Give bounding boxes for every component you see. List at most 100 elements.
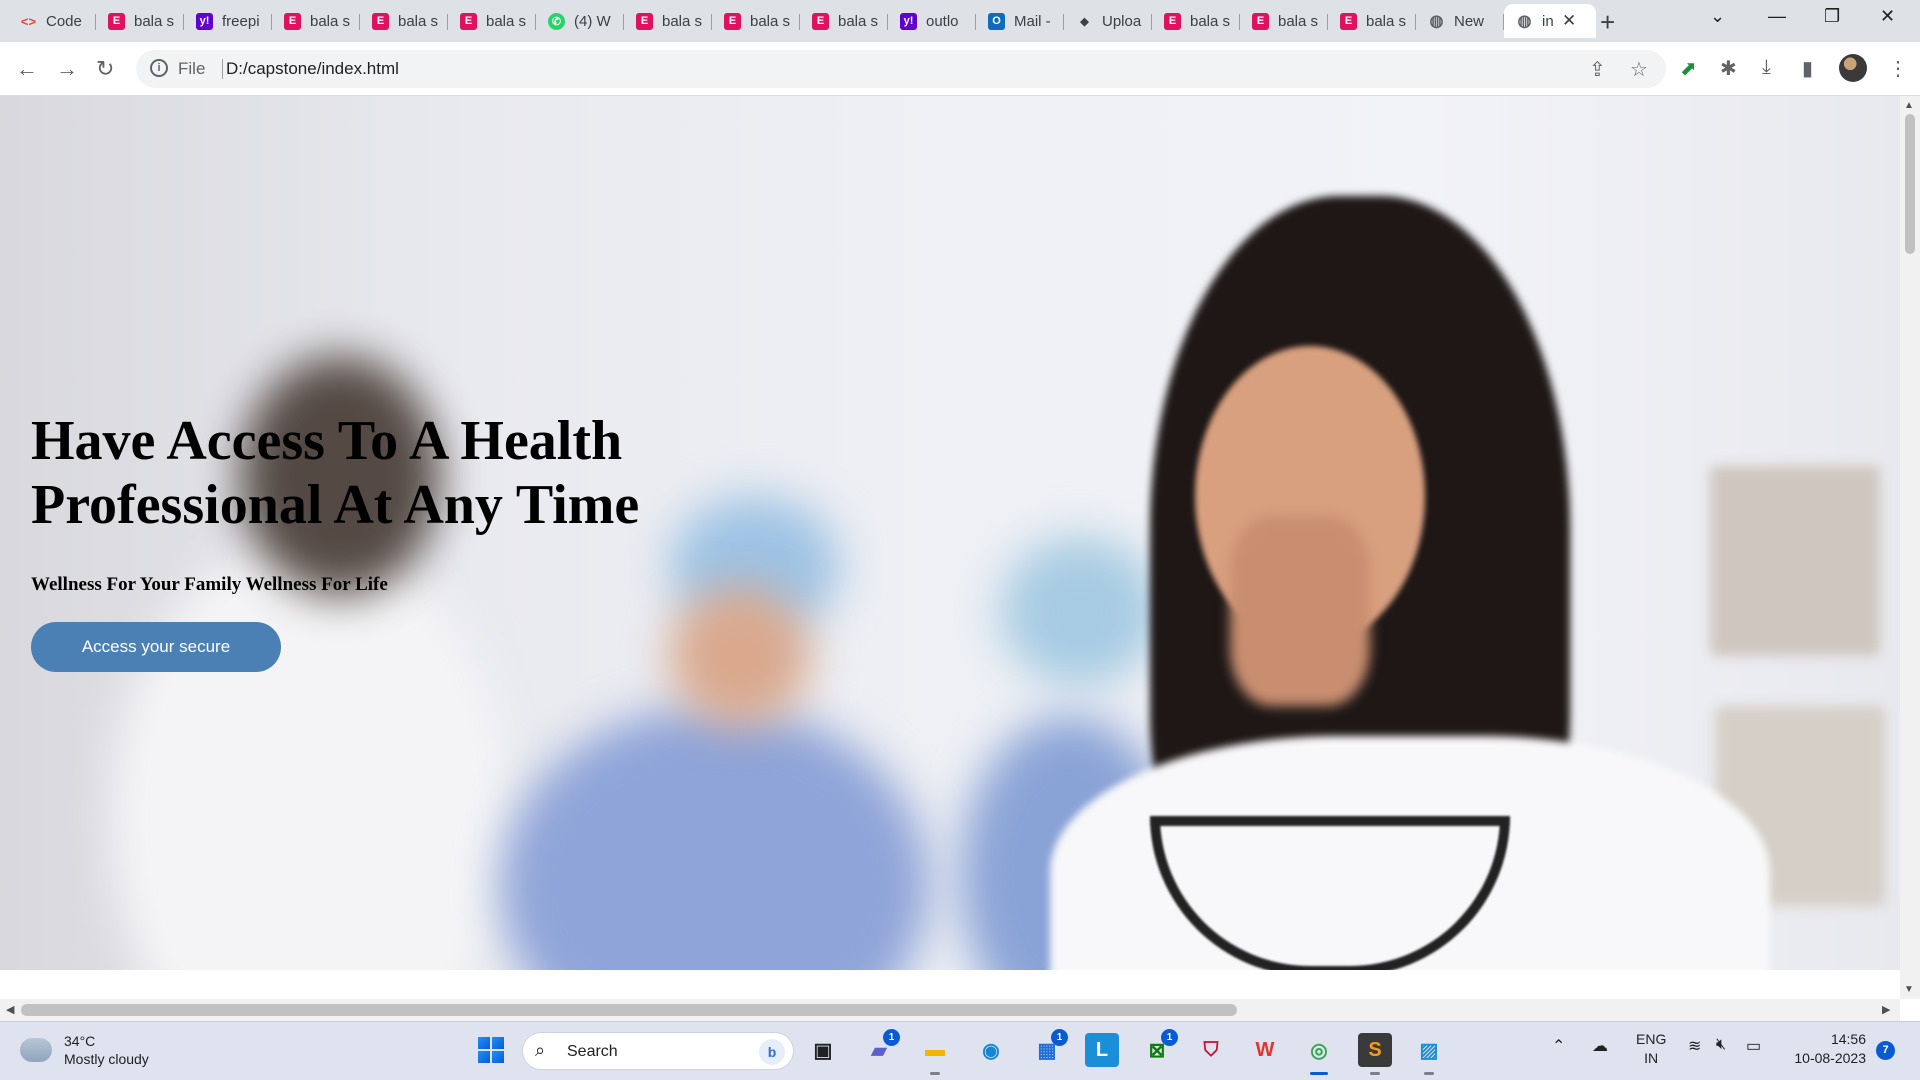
tab[interactable]: y! freepi — [184, 4, 272, 38]
tab[interactable]: Ebala s — [448, 4, 536, 38]
tab-active[interactable]: ◍ in ✕ — [1504, 4, 1596, 38]
url-text[interactable]: D:/capstone/index.html — [226, 59, 399, 79]
tab-label: bala s — [1366, 12, 1407, 30]
clock-date: 10-08-2023 — [1794, 1050, 1866, 1066]
tab[interactable]: Ebala s — [272, 4, 360, 38]
vertical-scroll-thumb[interactable] — [1905, 114, 1915, 254]
language-line1: ENG — [1636, 1031, 1667, 1047]
back-icon[interactable]: ← — [16, 56, 38, 82]
start-button[interactable] — [474, 1033, 508, 1067]
vertical-scrollbar[interactable]: ▲ ▼ — [1900, 96, 1920, 999]
side-panel-icon[interactable]: ▮ — [1802, 56, 1813, 81]
address-bar[interactable]: i File D:/capstone/index.html ⇪ ☆ — [136, 50, 1666, 88]
reload-icon[interactable]: ↻ — [96, 56, 114, 82]
share-icon[interactable]: ⇪ — [1589, 57, 1606, 82]
notification-count-badge[interactable]: 7 — [1876, 1041, 1895, 1060]
tab[interactable]: Ebala s — [1152, 4, 1240, 38]
scroll-left-icon[interactable]: ◀ — [6, 1003, 14, 1016]
tab-label: bala s — [1278, 12, 1319, 30]
tab-label: (4) W — [574, 12, 611, 30]
store-icon[interactable]: ▦ 1 — [1030, 1029, 1068, 1067]
tab[interactable]: <> Code — [8, 4, 96, 38]
onedrive-icon[interactable]: ☁ — [1592, 1036, 1608, 1056]
teams-chat-icon[interactable]: ▰ 1 — [862, 1029, 900, 1067]
close-tab-icon[interactable]: ✕ — [1562, 11, 1576, 31]
xbox-icon[interactable]: ⊠ 1 — [1140, 1029, 1178, 1067]
restore-icon[interactable]: ❐ — [1824, 6, 1840, 27]
tab[interactable]: ◍ New — [1416, 4, 1504, 38]
xbox-badge: 1 — [1161, 1029, 1178, 1046]
scroll-up-icon[interactable]: ▲ — [1904, 100, 1914, 111]
wps-office-icon[interactable]: W — [1248, 1033, 1282, 1067]
info-icon[interactable]: i — [150, 59, 168, 77]
e-icon: E — [812, 12, 829, 30]
show-hidden-icons-chevron-icon[interactable]: ⌃ — [1552, 1036, 1565, 1056]
file-explorer-icon[interactable]: ▬ — [918, 1033, 952, 1075]
tab-label: New — [1454, 12, 1485, 30]
horizontal-scroll-thumb[interactable] — [21, 1004, 1237, 1016]
tab[interactable]: Ebala s — [1328, 4, 1416, 38]
wifi-icon[interactable]: ≋ — [1688, 1036, 1701, 1056]
volume-muted-icon[interactable]: 🔇︎ — [1716, 1036, 1726, 1054]
minimize-icon[interactable]: — — [1768, 6, 1786, 27]
task-view-icon[interactable]: ▣ — [806, 1033, 840, 1067]
tab[interactable]: Ebala s — [96, 4, 184, 38]
store-badge: 1 — [1051, 1029, 1068, 1046]
horizontal-scrollbar[interactable]: ◀ ▶ — [0, 999, 1900, 1021]
extension-update-icon[interactable]: ⬈ — [1680, 56, 1697, 81]
tab[interactable]: Ebala s — [800, 4, 888, 38]
scroll-right-icon[interactable]: ▶ — [1882, 1003, 1890, 1016]
language-indicator[interactable]: ENG IN — [1636, 1030, 1666, 1068]
scroll-down-icon[interactable]: ▼ — [1904, 984, 1914, 995]
l-app-icon[interactable]: L — [1085, 1033, 1119, 1067]
windows-logo-icon — [478, 1037, 504, 1063]
photos-icon[interactable]: ▨ — [1412, 1033, 1446, 1075]
search-placeholder: Search — [567, 1043, 618, 1060]
tab-label: Uploa — [1102, 12, 1142, 30]
sublime-text-icon[interactable]: S — [1358, 1033, 1392, 1075]
download-icon[interactable]: ⤓ — [1762, 56, 1771, 79]
globe-icon: ◍ — [1429, 13, 1444, 30]
forward-icon[interactable]: → — [56, 56, 78, 82]
yahoo-icon: y! — [900, 12, 917, 30]
chrome-icon[interactable]: ◎ — [1302, 1033, 1336, 1075]
tab[interactable]: O Mail - — [976, 4, 1064, 38]
tab[interactable]: ◆ Uploa — [1064, 4, 1152, 38]
extensions-puzzle-icon[interactable]: ✱ — [1720, 56, 1737, 81]
tab-search-icon[interactable]: ⌄ — [1710, 6, 1725, 27]
tab[interactable]: ✆ (4) W — [536, 4, 624, 38]
chat-badge: 1 — [883, 1029, 900, 1046]
weather-widget[interactable]: 34°C Mostly cloudy — [16, 1032, 149, 1068]
whatsapp-icon: ✆ — [548, 12, 565, 30]
access-secure-button[interactable]: Access your secure — [31, 622, 281, 672]
code-icon: <> — [20, 13, 37, 29]
bookmark-star-icon[interactable]: ☆ — [1630, 57, 1648, 82]
tab[interactable]: Ebala s — [360, 4, 448, 38]
weather-condition: Mostly cloudy — [64, 1051, 149, 1067]
tab[interactable]: Ebala s — [712, 4, 800, 38]
e-icon: E — [460, 12, 477, 30]
background-surgeon-scrubs — [500, 706, 930, 970]
edge-icon[interactable]: ◉ — [974, 1033, 1008, 1067]
language-line2: IN — [1644, 1050, 1659, 1066]
tab[interactable]: Ebala s — [1240, 4, 1328, 38]
close-window-icon[interactable]: ✕ — [1880, 6, 1895, 27]
tab-label: outlo — [926, 12, 959, 30]
doctor-neck — [1230, 516, 1370, 706]
upload-icon: ◆ — [1080, 15, 1089, 28]
e-icon: E — [284, 12, 301, 30]
menu-kebab-icon[interactable]: ⋮ — [1888, 56, 1908, 81]
profile-avatar[interactable] — [1839, 54, 1867, 82]
tab-label: Code — [46, 12, 82, 30]
bing-icon[interactable]: b — [759, 1039, 785, 1065]
tab[interactable]: y! outlo — [888, 4, 976, 38]
new-tab-button[interactable]: + — [1600, 7, 1615, 38]
tab[interactable]: Ebala s — [624, 4, 712, 38]
mcafee-icon[interactable]: ⛉ — [1194, 1033, 1228, 1067]
e-icon: E — [372, 12, 389, 30]
taskbar-search[interactable]: ⌕ Search b — [522, 1032, 794, 1070]
system-clock[interactable]: 14:56 10-08-2023 — [1786, 1030, 1866, 1068]
e-icon: E — [636, 12, 653, 30]
address-separator — [222, 59, 223, 79]
battery-icon[interactable]: ▭ — [1746, 1036, 1761, 1056]
